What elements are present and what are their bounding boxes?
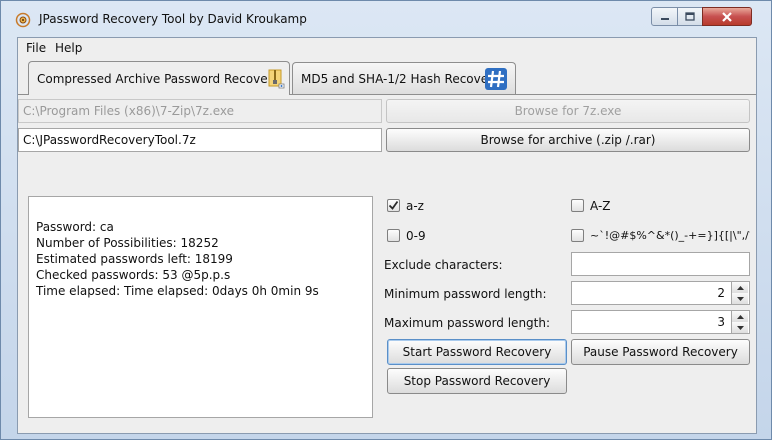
tab-strip: Compressed Archive Password Recovery MD5… [18, 60, 756, 95]
min-decrement-button[interactable] [732, 293, 748, 304]
exclude-label: Exclude characters: [384, 258, 503, 272]
title-bar[interactable]: JPassword Recovery Tool by David Kroukam… [1, 1, 771, 37]
maximize-icon [685, 12, 695, 21]
max-length-label: Maximum password length: [384, 316, 551, 330]
browse-7z-button: Browse for 7z.exe [386, 99, 750, 123]
hash-icon [485, 68, 507, 90]
menu-help[interactable]: Help [55, 41, 82, 55]
lowercase-checkbox[interactable] [387, 199, 400, 212]
max-decrement-button[interactable] [732, 322, 748, 333]
chevron-up-icon [736, 314, 744, 319]
minimize-icon [660, 17, 669, 20]
output-time-elapsed: Time elapsed: Time elapsed: 0days 0h 0mi… [36, 284, 319, 298]
digits-label: 0-9 [406, 229, 426, 243]
app-window: JPassword Recovery Tool by David Kroukam… [0, 0, 772, 440]
pause-recovery-button[interactable]: Pause Password Recovery [571, 339, 750, 365]
tab-compressed-archive[interactable]: Compressed Archive Password Recovery [28, 61, 290, 95]
min-length-spinner[interactable]: 2 [571, 281, 750, 305]
tab-hash-recovery[interactable]: MD5 and SHA-1/2 Hash Recovery [292, 62, 516, 94]
tab-divider-gap [29, 94, 289, 95]
menu-file[interactable]: File [26, 41, 46, 55]
max-spin-buttons [731, 311, 749, 333]
browse-archive-button[interactable]: Browse for archive (.zip /.rar) [386, 128, 750, 152]
archive-icon [268, 69, 285, 89]
tab-label: Compressed Archive Password Recovery [37, 71, 280, 86]
checkmark-icon [388, 200, 399, 210]
tab-label: MD5 and SHA-1/2 Hash Recovery [301, 71, 501, 86]
output-checked: Checked passwords: 53 @5p.p.s [36, 268, 231, 282]
min-length-label: Minimum password length: [384, 287, 547, 301]
client-area: File Help Compressed Archive Password Re… [17, 37, 757, 434]
start-recovery-button[interactable]: Start Password Recovery [387, 339, 567, 365]
lowercase-label: a-z [406, 199, 424, 213]
output-estimated-left: Estimated passwords left: 18199 [36, 252, 233, 266]
min-length-value: 2 [717, 286, 725, 300]
output-panel: Password: ca Number of Possibilities: 18… [28, 196, 373, 418]
uppercase-checkbox[interactable] [571, 199, 584, 212]
digits-checkbox[interactable] [387, 229, 400, 242]
max-length-value: 3 [717, 315, 725, 329]
exclude-chars-input[interactable] [571, 252, 750, 276]
maximize-button[interactable] [677, 7, 703, 26]
window-title: JPassword Recovery Tool by David Kroukam… [39, 12, 307, 26]
output-password: Password: ca [36, 220, 114, 234]
output-possibilities: Number of Possibilities: 18252 [36, 236, 219, 250]
archive-path-field[interactable]: C:\JPasswordRecoveryTool.7z [18, 128, 382, 152]
min-spin-buttons [731, 282, 749, 304]
stop-recovery-button[interactable]: Stop Password Recovery [387, 368, 567, 394]
uppercase-label: A-Z [590, 199, 611, 213]
minimize-button[interactable] [651, 7, 678, 26]
max-length-spinner[interactable]: 3 [571, 310, 750, 334]
app-icon [15, 12, 31, 28]
menu-bar: File Help [18, 38, 756, 58]
chevron-down-icon [736, 325, 744, 330]
close-icon [722, 11, 732, 22]
chevron-up-icon [736, 285, 744, 290]
special-chars-checkbox[interactable] [571, 229, 584, 242]
sevenzip-path-field: C:\Program Files (x86)\7-Zip\7z.exe [18, 99, 382, 123]
chevron-down-icon [736, 296, 744, 301]
close-button[interactable] [702, 7, 752, 26]
special-chars-label: ~`!@#$%^&*()_-+=}]{[|\",/?>.<:; [590, 229, 750, 242]
